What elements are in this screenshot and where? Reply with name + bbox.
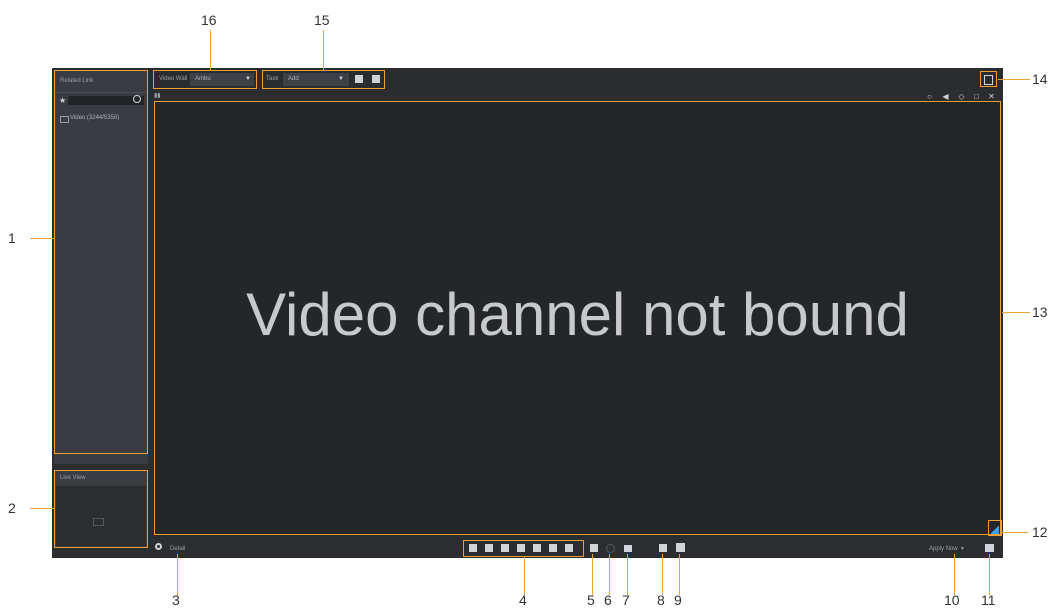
callout-13: 13 [1032,304,1048,320]
disabled-control-icon[interactable] [606,544,615,553]
callout-9: 9 [674,592,682,608]
apply-icon[interactable] [985,544,994,552]
ptz-icon[interactable]: ◇ [957,92,966,101]
detail-gear-icon[interactable] [155,543,162,550]
chevron-down-icon[interactable]: ▼ [960,546,965,552]
callout-6: 6 [604,592,612,608]
callout-line-13 [1002,312,1030,313]
callout-line-6 [609,554,610,595]
audio-icon[interactable]: ◀ [941,92,950,101]
clear-screen-icon[interactable] [590,544,598,552]
callout-line-3 [177,554,178,596]
callout-line-7 [627,554,628,595]
callout-11: 11 [981,592,996,608]
callout-line-8 [662,554,663,595]
callout-3: 3 [172,592,180,608]
split-edit-icon[interactable] [565,544,573,552]
callout-box-15 [262,70,385,89]
maximize-icon[interactable]: □ [972,92,981,101]
callout-line-12 [1002,532,1028,533]
callout-1: 1 [8,230,16,246]
panel-toggle-icon[interactable] [984,75,993,85]
screen-index-icon: ▮▮ [154,93,161,99]
callout-12: 12 [1032,524,1048,540]
display-icon[interactable] [676,543,685,552]
callout-line-16 [210,30,211,70]
lock-icon[interactable] [624,545,632,552]
callout-box-16 [153,70,257,89]
callout-15: 15 [314,12,330,28]
callout-line-10 [954,554,955,595]
callout-7: 7 [622,592,630,608]
callout-4: 4 [519,592,527,608]
callout-line-5 [592,554,593,595]
callout-14: 14 [1032,71,1048,87]
callout-box-2 [54,470,148,548]
split-9-icon[interactable] [501,544,509,552]
callout-8: 8 [657,592,665,608]
screen-message: Video channel not bound [246,281,909,348]
split-4-icon[interactable] [485,544,493,552]
record-icon[interactable]: ○ [925,92,934,101]
callout-line-9 [679,554,680,595]
split-1-icon[interactable] [469,544,477,552]
split-16-icon[interactable] [517,544,525,552]
callout-2: 2 [8,500,16,516]
callout-box-1 [54,70,148,454]
callout-line-15 [323,30,324,70]
callout-line-2 [30,508,54,509]
split-custom-1-icon[interactable] [533,544,541,552]
callout-10: 10 [944,592,960,608]
plan-icon[interactable] [659,544,667,552]
callout-5: 5 [587,592,595,608]
resize-handle-icon[interactable] [991,526,999,534]
close-icon[interactable]: ✕ [987,92,996,101]
callout-line-14 [998,79,1030,80]
callout-line-11 [989,554,990,595]
callout-line-1 [30,238,54,239]
detail-label[interactable]: Detail [170,546,185,552]
apply-now-label[interactable]: Apply Now [929,546,958,552]
callout-16: 16 [201,12,217,28]
callout-line-4 [524,557,525,595]
split-custom-2-icon[interactable] [549,544,557,552]
